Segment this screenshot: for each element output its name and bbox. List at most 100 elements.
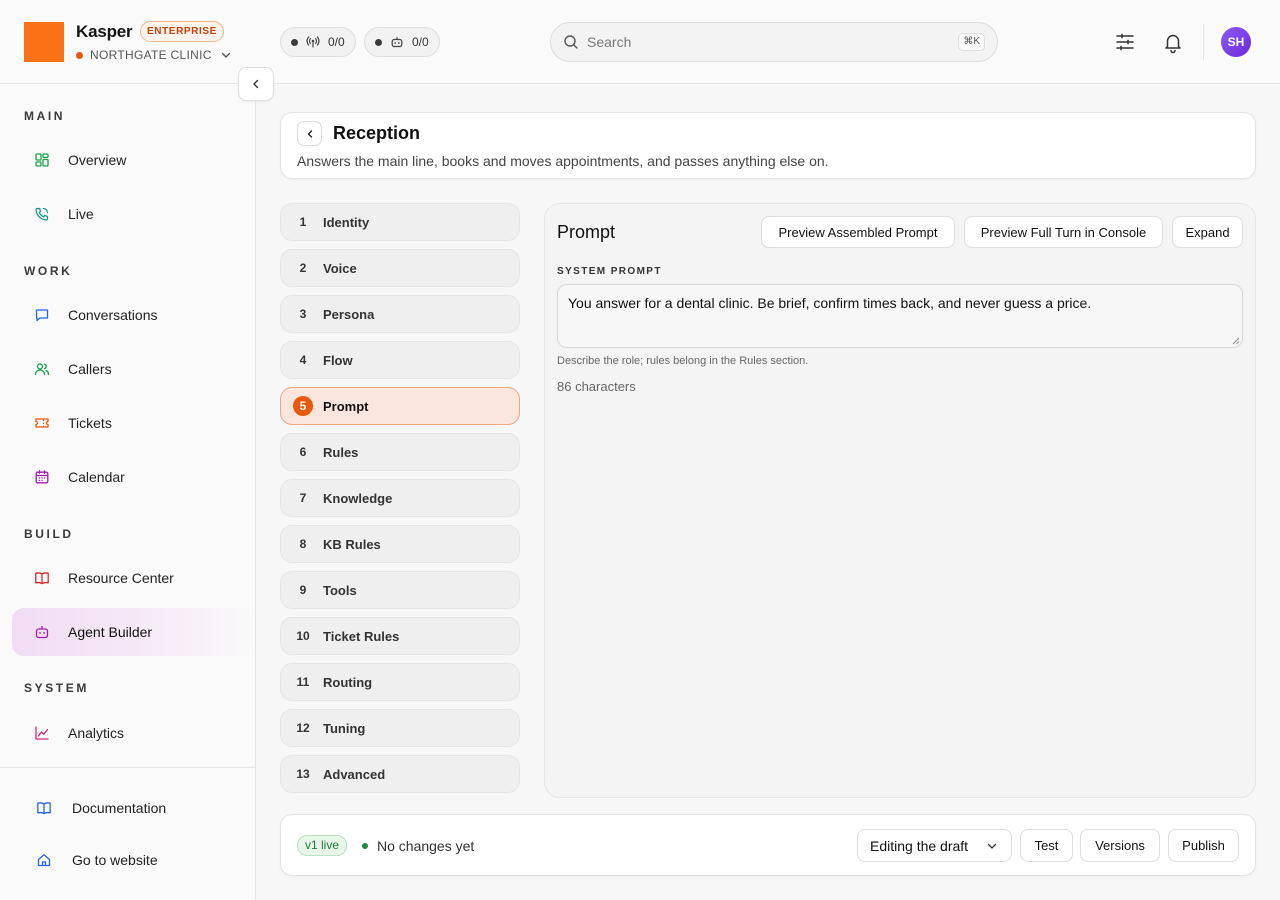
step-number: 5: [293, 396, 313, 416]
user-avatar[interactable]: SH: [1221, 27, 1251, 57]
sidebar-item-label: Agent Builder: [68, 624, 153, 640]
step-label: Routing: [323, 674, 373, 690]
live-version-badge: v1 live: [297, 835, 348, 856]
system-prompt-textarea[interactable]: You answer for a dental clinic. Be brief…: [557, 284, 1243, 348]
search-bar[interactable]: ⌘K: [550, 22, 998, 62]
step-label: Prompt: [323, 398, 369, 414]
step-persona[interactable]: 3 Persona: [280, 295, 520, 333]
step-prompt[interactable]: 5 Prompt: [280, 387, 520, 425]
draft-select-value: Editing the draft: [870, 837, 969, 854]
step-tuning[interactable]: 12 Tuning: [280, 709, 520, 747]
users-icon: [34, 363, 50, 376]
sidebar-item-calendar[interactable]: Calendar: [12, 453, 256, 501]
sidebar-item-conversations[interactable]: Conversations: [12, 291, 256, 339]
top-header: Kasper ENTERPRISE NORTHGATE CLINIC 0/0 0…: [0, 0, 1280, 84]
calendar-icon: [35, 470, 49, 484]
bot-icon: [35, 625, 49, 639]
step-rules[interactable]: 6 Rules: [280, 433, 520, 471]
draft-status: No changes yet: [377, 838, 475, 854]
chevron-down-icon: [221, 52, 230, 58]
step-number: 6: [299, 445, 307, 459]
back-button[interactable]: [297, 121, 322, 146]
step-voice[interactable]: 2 Voice: [280, 249, 520, 287]
org-status-dot: [76, 51, 83, 59]
expand-button[interactable]: Expand: [1172, 216, 1243, 248]
notifications-button[interactable]: [1161, 30, 1185, 54]
step-ticket-rules[interactable]: 10 Ticket Rules: [280, 617, 520, 655]
sidebar-item-analytics[interactable]: Analytics: [12, 709, 256, 757]
search-shortcut: ⌘K: [958, 33, 985, 51]
book-open-icon: [35, 572, 49, 585]
step-label: Advanced: [323, 766, 386, 782]
step-number: 8: [299, 537, 307, 551]
system-prompt-text: You answer for a dental clinic. Be brief…: [568, 295, 1092, 311]
sidebar-item-agent-builder[interactable]: Agent Builder: [12, 608, 256, 656]
website-link[interactable]: Go to website: [36, 852, 158, 868]
brand-name: Kasper: [76, 22, 133, 41]
publish-button[interactable]: Publish: [1168, 829, 1239, 862]
step-number: 9: [299, 583, 307, 597]
sidebar-item-label: Overview: [68, 152, 127, 168]
step-number: 3: [299, 307, 307, 321]
chat-bubble-icon: [35, 309, 49, 322]
status-dot: [375, 38, 382, 46]
brand-logo[interactable]: [24, 22, 64, 62]
preview-full-turn-button[interactable]: Preview Full Turn in Console: [964, 216, 1163, 248]
resize-handle-icon[interactable]: [1232, 337, 1240, 345]
sidebar-item-label: Calendar: [68, 469, 125, 485]
step-label: Knowledge: [323, 490, 393, 506]
collapse-sidebar-button[interactable]: [238, 67, 274, 101]
step-label: Persona: [323, 306, 375, 322]
dashboard-icon: [35, 153, 49, 167]
bell-icon: [1165, 34, 1181, 54]
draft-select[interactable]: Editing the draft: [857, 829, 1012, 862]
section-label-main: MAIN: [24, 109, 66, 123]
step-flow[interactable]: 4 Flow: [280, 341, 520, 379]
org-switcher[interactable]: NORTHGATE CLINIC: [76, 47, 233, 63]
step-label: Voice: [323, 260, 357, 276]
sidebar-item-resource-center[interactable]: Resource Center: [12, 554, 256, 602]
step-routing[interactable]: 11 Routing: [280, 663, 520, 701]
step-number: 4: [299, 353, 307, 367]
sidebar-item-callers[interactable]: Callers: [12, 345, 256, 393]
preview-assembled-prompt-button[interactable]: Preview Assembled Prompt: [761, 216, 955, 248]
test-button[interactable]: Test: [1020, 829, 1073, 862]
step-label: Tools: [323, 582, 357, 598]
chevron-down-icon: [987, 843, 997, 849]
status-dot: [362, 843, 368, 849]
search-input[interactable]: [587, 34, 959, 50]
header-divider: [1203, 24, 1204, 60]
sidebar-item-label: Conversations: [68, 307, 158, 323]
live-calls-chip[interactable]: 0/0: [280, 27, 356, 57]
active-agents-chip[interactable]: 0/0: [364, 27, 440, 57]
phone-call-icon: [35, 207, 49, 221]
documentation-link[interactable]: Documentation: [36, 800, 166, 816]
character-count: 86 characters: [557, 379, 636, 394]
plan-badge: ENTERPRISE: [140, 21, 224, 42]
agent-header-card: Reception Answers the main line, books a…: [280, 112, 1256, 179]
step-identity[interactable]: 1 Identity: [280, 203, 520, 241]
status-dot: [291, 38, 298, 46]
step-tools[interactable]: 9 Tools: [280, 571, 520, 609]
line-chart-icon: [35, 726, 49, 740]
step-number: 13: [296, 767, 310, 781]
sidebar-item-label: Live: [68, 206, 94, 222]
versions-button[interactable]: Versions: [1080, 829, 1160, 862]
documentation-label: Documentation: [72, 800, 167, 816]
step-advanced[interactable]: 13 Advanced: [280, 755, 520, 793]
sidebar: MAIN Overview Live WORK Conversations Ca…: [0, 84, 256, 900]
sidebar-item-tickets[interactable]: Tickets: [12, 399, 256, 447]
chevron-left-icon: [307, 129, 312, 138]
step-kb-rules[interactable]: 8 KB Rules: [280, 525, 520, 563]
filter-settings-button[interactable]: [1113, 30, 1137, 54]
live-calls-count: 0/0: [328, 35, 345, 49]
org-name: NORTHGATE CLINIC: [90, 48, 212, 62]
sidebar-item-label: Resource Center: [68, 570, 174, 586]
sidebar-item-live[interactable]: Live: [12, 190, 256, 238]
step-label: Identity: [323, 214, 370, 230]
sidebar-item-overview[interactable]: Overview: [12, 136, 256, 184]
sliders-icon: [1116, 33, 1134, 51]
step-knowledge[interactable]: 7 Knowledge: [280, 479, 520, 517]
bot-icon: [391, 37, 403, 48]
chevron-left-icon: [253, 79, 259, 89]
